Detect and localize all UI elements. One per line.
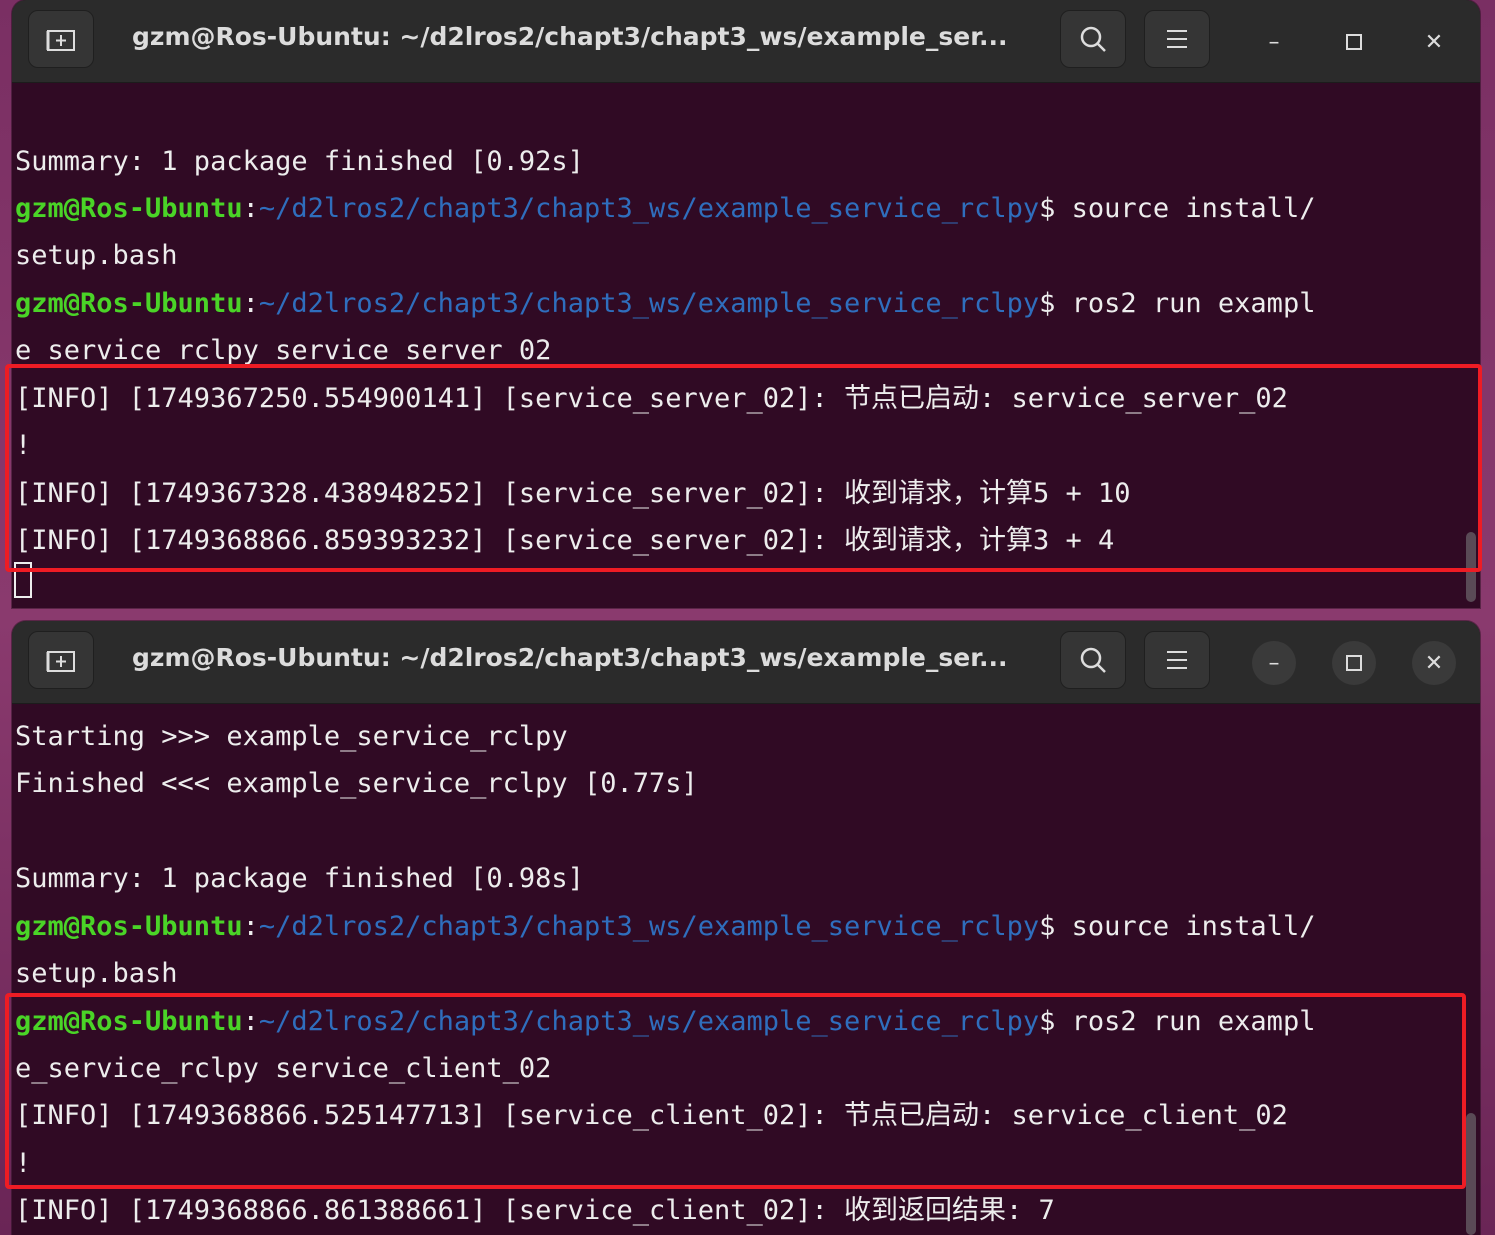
prompt-path: ~/d2lros2/chapt3/chapt3_ws/example_servi…: [258, 911, 1040, 942]
close-button[interactable]: ✕: [1412, 20, 1456, 64]
menu-button[interactable]: [1144, 631, 1210, 689]
command: $ source install/: [1039, 911, 1316, 942]
minimize-icon: –: [1268, 650, 1280, 676]
new-tab-button[interactable]: [28, 10, 94, 68]
command: $ ros2 run exampl: [1039, 288, 1316, 319]
command: $ ros2 run exampl: [1039, 1006, 1316, 1037]
log-line: [INFO] [1749367250.554900141] [service_s…: [15, 383, 1288, 414]
prompt-user: gzm@Ros-Ubuntu: [15, 288, 243, 319]
terminal-window-server[interactable]: gzm@Ros-Ubuntu: ~/d2lros2/chapt3/chapt3_…: [12, 0, 1480, 608]
output-line: Summary: 1 package finished [0.92s]: [15, 146, 584, 177]
terminal-output[interactable]: Summary: 1 package finished [0.92s] gzm@…: [12, 82, 1480, 608]
maximize-button[interactable]: [1332, 641, 1376, 685]
hamburger-menu-icon: [1167, 651, 1187, 669]
output-line: Finished <<< example_service_rclpy [0.77…: [15, 768, 698, 799]
output-line: setup.bash: [15, 240, 178, 271]
prompt-line: gzm@Ros-Ubuntu:~/d2lros2/chapt3/chapt3_w…: [15, 288, 1316, 319]
prompt-line: gzm@Ros-Ubuntu:~/d2lros2/chapt3/chapt3_w…: [15, 193, 1316, 224]
log-line: !: [15, 1148, 32, 1179]
command: $ source install/: [1039, 193, 1316, 224]
new-tab-button[interactable]: [28, 631, 94, 689]
output-line: e_service_rclpy service_client_02: [15, 1053, 552, 1084]
prompt-path: ~/d2lros2/chapt3/chapt3_ws/example_servi…: [258, 288, 1040, 319]
prompt-line: gzm@Ros-Ubuntu:~/d2lros2/chapt3/chapt3_w…: [15, 911, 1316, 942]
search-icon: [1080, 647, 1106, 673]
maximize-icon: [1346, 655, 1362, 671]
prompt-line: gzm@Ros-Ubuntu:~/d2lros2/chapt3/chapt3_w…: [15, 1006, 1316, 1037]
close-button[interactable]: ✕: [1412, 641, 1456, 685]
terminal-output[interactable]: Starting >>> example_service_rclpy Finis…: [12, 703, 1480, 1235]
scrollbar[interactable]: [1466, 532, 1476, 602]
new-tab-icon: [46, 651, 75, 672]
text-cursor: [14, 562, 32, 598]
output-line: e_service_rclpy service_server_02: [15, 335, 552, 366]
minimize-button[interactable]: –: [1252, 20, 1296, 64]
log-line: !: [15, 430, 32, 461]
search-button[interactable]: [1060, 631, 1126, 689]
scrollbar[interactable]: [1466, 1113, 1476, 1235]
output-line: Starting >>> example_service_rclpy: [15, 721, 568, 752]
log-line: [INFO] [1749367328.438948252] [service_s…: [15, 478, 1131, 509]
prompt-path: ~/d2lros2/chapt3/chapt3_ws/example_servi…: [258, 193, 1040, 224]
close-icon: ✕: [1424, 29, 1444, 55]
window-title: gzm@Ros-Ubuntu: ~/d2lros2/chapt3/chapt3_…: [132, 22, 1008, 51]
prompt-path: ~/d2lros2/chapt3/chapt3_ws/example_servi…: [258, 1006, 1040, 1037]
prompt-user: gzm@Ros-Ubuntu: [15, 193, 243, 224]
minimize-icon: –: [1268, 29, 1280, 55]
title-bar[interactable]: gzm@Ros-Ubuntu: ~/d2lros2/chapt3/chapt3_…: [12, 621, 1480, 704]
minimize-button[interactable]: –: [1252, 641, 1296, 685]
new-tab-icon: [46, 30, 75, 51]
output-line: setup.bash: [15, 958, 178, 989]
search-button[interactable]: [1060, 10, 1126, 68]
maximize-icon: [1346, 34, 1362, 50]
prompt-user: gzm@Ros-Ubuntu: [15, 911, 243, 942]
maximize-button[interactable]: [1332, 20, 1376, 64]
window-title: gzm@Ros-Ubuntu: ~/d2lros2/chapt3/chapt3_…: [132, 643, 1008, 672]
log-line: [INFO] [1749368866.525147713] [service_c…: [15, 1100, 1288, 1131]
hamburger-menu-icon: [1167, 30, 1187, 48]
prompt-user: gzm@Ros-Ubuntu: [15, 1006, 243, 1037]
menu-button[interactable]: [1144, 10, 1210, 68]
log-line: [INFO] [1749368866.859393232] [service_s…: [15, 525, 1115, 556]
terminal-window-client[interactable]: gzm@Ros-Ubuntu: ~/d2lros2/chapt3/chapt3_…: [12, 621, 1480, 1235]
close-icon: ✕: [1424, 650, 1444, 676]
log-line: [INFO] [1749368866.861388661] [service_c…: [15, 1195, 1055, 1226]
search-icon: [1080, 26, 1106, 52]
output-line: Summary: 1 package finished [0.98s]: [15, 863, 584, 894]
title-bar[interactable]: gzm@Ros-Ubuntu: ~/d2lros2/chapt3/chapt3_…: [12, 0, 1480, 83]
